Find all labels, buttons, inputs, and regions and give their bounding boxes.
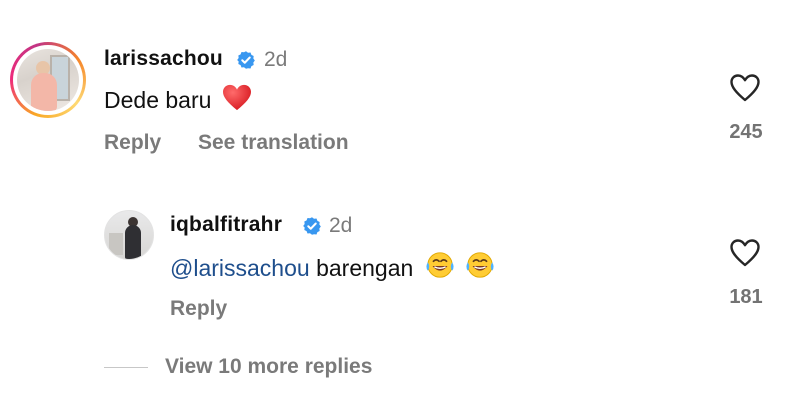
mention-link[interactable]: @larissachou	[170, 255, 310, 281]
verified-badge-icon	[237, 51, 255, 69]
avatar[interactable]	[10, 42, 86, 118]
reply-timestamp: 2d	[329, 214, 353, 237]
see-translation-button[interactable]: See translation	[198, 131, 349, 155]
replies-divider	[104, 367, 148, 368]
like-count: 245	[729, 121, 763, 143]
red-heart-emoji-icon	[222, 84, 251, 111]
comment-text: Dede baru	[104, 84, 252, 114]
comment-username[interactable]: larissachou	[104, 47, 223, 71]
reply-button[interactable]: Reply	[170, 297, 227, 321]
reply-text: @larissachou barengan	[170, 250, 496, 282]
face-with-tears-of-joy-icon	[426, 252, 454, 278]
comment-timestamp: 2d	[264, 48, 288, 71]
reply-body: barengan	[316, 255, 414, 281]
avatar[interactable]	[104, 210, 154, 260]
view-more-replies-button[interactable]: View 10 more replies	[165, 355, 372, 379]
avatar-image	[17, 49, 79, 111]
like-count: 181	[729, 286, 763, 308]
face-with-tears-of-joy-icon	[466, 252, 494, 278]
reply-button[interactable]: Reply	[104, 131, 161, 155]
reply-username[interactable]: iqbalfitrahr	[170, 213, 282, 237]
heart-like-icon[interactable]	[729, 238, 761, 268]
verified-badge-icon	[303, 217, 321, 235]
heart-like-icon[interactable]	[729, 73, 761, 103]
comment-body: Dede baru	[104, 87, 212, 113]
